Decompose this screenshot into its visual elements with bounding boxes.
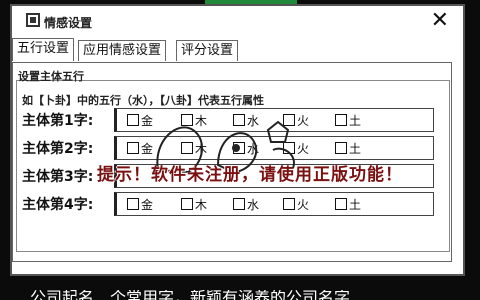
tab-emotion-settings[interactable]: 应用情感设置 (78, 40, 167, 61)
checkbox-icon[interactable] (283, 114, 295, 126)
group-description: 如【卜卦】中的五行（水），【八卦】代表五行属性 (22, 94, 264, 107)
row-options-2: 金 木 水 火 土 (114, 136, 434, 160)
bottom-caption: 公司起名＿个常用字，新颖有涵养的公司名字 (30, 290, 351, 300)
checkbox-icon[interactable] (233, 142, 245, 154)
window-title: 情感设置 (44, 16, 93, 30)
checkbox-earth[interactable]: 土 (335, 196, 361, 213)
checkbox-icon[interactable] (335, 142, 347, 154)
close-icon[interactable]: ✕ (431, 10, 449, 32)
checkbox-icon[interactable] (283, 142, 295, 154)
checkbox-icon[interactable] (127, 198, 139, 210)
checkbox-fire[interactable]: 火 (283, 140, 309, 157)
checkbox-icon[interactable] (233, 198, 245, 210)
app-icon (26, 13, 40, 27)
row-options-1: 金 木 水 火 土 (114, 108, 434, 132)
tab-five-elements[interactable]: 五行设置 (12, 38, 75, 61)
row-label-2: 主体第2字: (22, 141, 94, 157)
checkbox-earth[interactable]: 土 (335, 140, 361, 157)
checkbox-water[interactable]: 水 (233, 112, 259, 129)
checkbox-icon[interactable] (181, 114, 193, 126)
checkbox-icon[interactable] (181, 142, 193, 154)
checkbox-earth[interactable]: 土 (335, 112, 361, 129)
checkbox-icon[interactable] (335, 114, 347, 126)
row-label-4: 主体第4字: (22, 197, 94, 213)
row-options-4: 金 木 水 火 土 (114, 192, 434, 216)
tab-score-settings[interactable]: 评分设置 (176, 40, 239, 61)
checkbox-icon[interactable] (233, 114, 245, 126)
checkbox-water[interactable]: 水 (233, 140, 259, 157)
checkbox-icon[interactable] (283, 198, 295, 210)
unregistered-warning: 提示！软件未注册，请使用正版功能！ (97, 165, 403, 185)
checkbox-icon[interactable] (335, 198, 347, 210)
group-label: 设置主体五行 (18, 70, 84, 83)
checkbox-wood[interactable]: 木 (181, 140, 207, 157)
checkbox-icon[interactable] (181, 198, 193, 210)
checkbox-metal[interactable]: 金 (127, 140, 153, 157)
checkbox-icon[interactable] (127, 142, 139, 154)
checkbox-metal[interactable]: 金 (127, 196, 153, 213)
title-bar: 情感设置 ✕ (12, 6, 463, 36)
checkbox-wood[interactable]: 木 (181, 196, 207, 213)
checkbox-icon[interactable] (127, 114, 139, 126)
checkbox-fire[interactable]: 火 (283, 112, 309, 129)
checkbox-fire[interactable]: 火 (283, 196, 309, 213)
checkbox-metal[interactable]: 金 (127, 112, 153, 129)
row-label-1: 主体第1字: (22, 113, 94, 129)
checkbox-water[interactable]: 水 (233, 196, 259, 213)
checkbox-wood[interactable]: 木 (181, 112, 207, 129)
